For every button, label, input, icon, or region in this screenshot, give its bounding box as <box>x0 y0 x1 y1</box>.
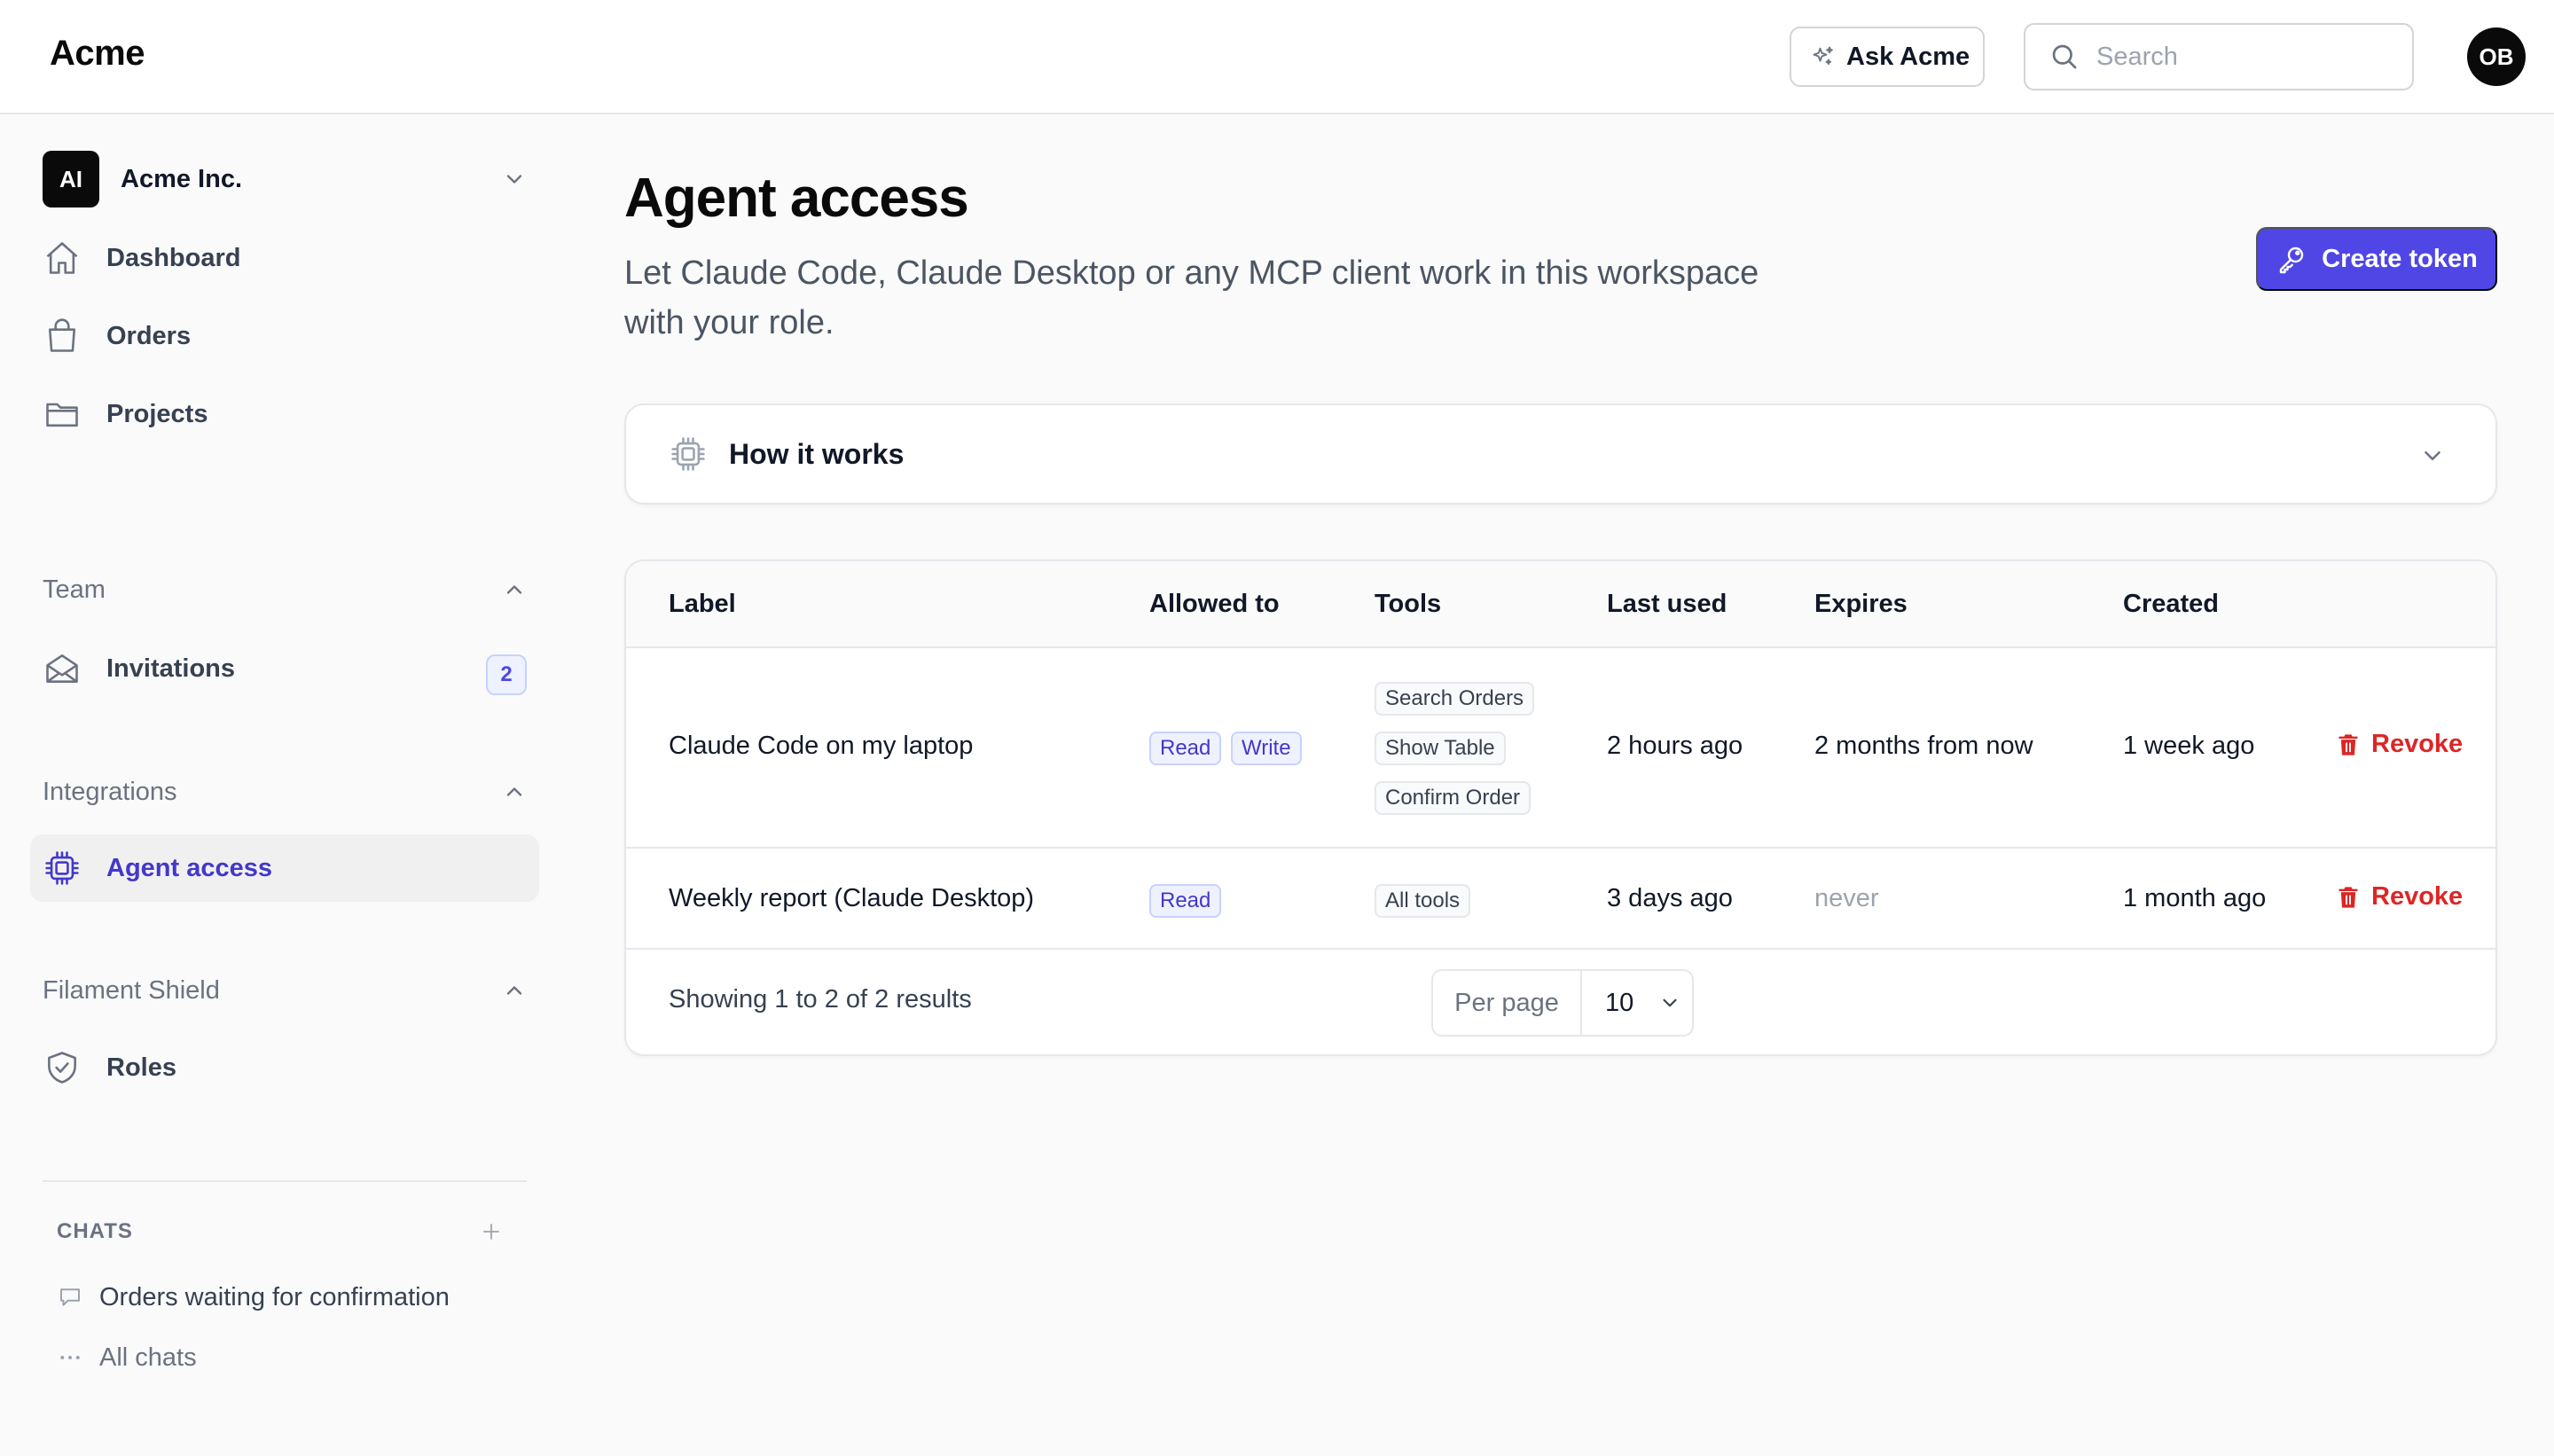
sidebar-item-label: Agent access <box>106 853 272 882</box>
tokens-table: Label Allowed to Tools Last used Expires… <box>624 560 2497 1056</box>
all-chats-link[interactable]: All chats <box>57 1338 197 1377</box>
pagination-summary: Showing 1 to 2 of 2 results <box>669 985 972 1014</box>
ask-acme-button[interactable]: Ask Acme <box>1790 27 1985 87</box>
sidebar-divider <box>43 1180 527 1182</box>
create-token-label: Create token <box>2322 244 2478 273</box>
ask-acme-label: Ask Acme <box>1846 42 1970 71</box>
permission-badge: Read <box>1149 884 1222 918</box>
workspace-switcher[interactable]: AI Acme Inc. <box>43 150 527 208</box>
brand-logo[interactable]: Acme <box>50 34 145 74</box>
user-avatar[interactable]: OB <box>2467 27 2526 86</box>
how-it-works-section[interactable]: How it works <box>624 403 2497 505</box>
chats-heading: CHATS <box>57 1219 133 1243</box>
per-page-value: 10 <box>1605 988 1634 1017</box>
sidebar-item-orders[interactable]: Orders <box>30 302 539 370</box>
page-description: Let Claude Code, Claude Desktop or any M… <box>624 254 1759 341</box>
sidebar-item-agent-access[interactable]: Agent access <box>30 834 539 902</box>
create-token-button[interactable]: Create token <box>2256 227 2497 291</box>
table-row[interactable]: Weekly report (Claude Desktop) Read All … <box>626 849 2495 950</box>
sparkles-icon <box>1811 44 1836 69</box>
created-value: 1 month ago <box>2123 884 2267 912</box>
chevron-up-icon <box>502 577 527 602</box>
column-header-expires[interactable]: Expires <box>1814 590 1908 619</box>
expires-value: 2 months from now <box>1814 732 2033 760</box>
column-header-created[interactable]: Created <box>2123 590 2219 619</box>
created-value: 1 week ago <box>2123 732 2255 760</box>
workspace-name: Acme Inc. <box>121 164 242 193</box>
cpu-chip-icon <box>43 849 82 888</box>
sidebar-item-roles[interactable]: Roles <box>30 1034 539 1101</box>
workspace-logo: AI <box>43 151 99 207</box>
revoke-label: Revoke <box>2371 730 2464 758</box>
group-label: Filament Shield <box>43 975 220 1005</box>
expires-value: never <box>1814 884 1879 912</box>
new-chat-plus-icon[interactable] <box>481 1221 502 1242</box>
chevron-down-icon <box>1658 991 1681 1014</box>
column-header-allowed[interactable]: Allowed to <box>1149 590 1280 619</box>
shield-check-icon <box>43 1048 82 1087</box>
column-header-last-used[interactable]: Last used <box>1607 590 1727 619</box>
revoke-button[interactable]: Revoke <box>2336 730 2463 759</box>
token-label: Claude Code on my laptop <box>669 732 974 760</box>
count-badge: 2 <box>486 654 527 695</box>
sidebar-item-label: Invitations <box>106 654 236 683</box>
per-page-label: Per page <box>1433 971 1582 1035</box>
token-label: Weekly report (Claude Desktop) <box>669 884 1035 912</box>
search-input[interactable] <box>2096 42 2398 72</box>
shopping-bag-icon <box>43 317 82 356</box>
group-team[interactable]: Team <box>43 570 527 609</box>
sidebar-item-projects[interactable]: Projects <box>30 380 539 448</box>
chevron-down-icon <box>2419 442 2446 469</box>
chevron-up-icon <box>502 978 527 1003</box>
per-page-control: Per page 10 <box>1431 969 1694 1037</box>
table-row[interactable]: Claude Code on my laptop Read Write Sear… <box>626 648 2495 849</box>
group-integrations[interactable]: Integrations <box>43 772 527 811</box>
chat-item-label: Orders waiting for confirmation <box>99 1282 450 1311</box>
last-used-value: 3 days ago <box>1607 884 1733 912</box>
sidebar-item-invitations[interactable]: Invitations 2 <box>30 635 539 702</box>
sidebar-item-label: Dashboard <box>106 243 241 272</box>
tool-badge: All tools <box>1375 884 1471 918</box>
sidebar-item-label: Projects <box>106 399 208 428</box>
column-header-tools[interactable]: Tools <box>1375 590 1441 619</box>
folder-icon <box>43 395 82 434</box>
search-field[interactable] <box>2024 23 2414 90</box>
home-icon <box>43 239 82 278</box>
top-bar: Acme Ask Acme OB <box>0 0 2554 114</box>
permission-badge: Write <box>1231 732 1302 765</box>
sidebar-item-dashboard[interactable]: Dashboard <box>30 224 539 292</box>
tool-badge: Search Orders <box>1375 682 1535 716</box>
ellipsis-icon <box>57 1344 83 1371</box>
chevron-up-icon <box>502 779 527 804</box>
revoke-label: Revoke <box>2371 882 2464 911</box>
chat-bubble-icon <box>57 1284 83 1311</box>
tool-badge: Confirm Order <box>1375 781 1532 815</box>
cpu-chip-icon <box>669 434 708 474</box>
chat-item[interactable]: Orders waiting for confirmation <box>57 1278 450 1317</box>
last-used-value: 2 hours ago <box>1607 732 1743 760</box>
chevron-down-icon <box>502 167 527 192</box>
group-filament-shield[interactable]: Filament Shield <box>43 971 527 1010</box>
how-it-works-label: How it works <box>729 437 905 470</box>
sidebar-item-label: Roles <box>106 1053 176 1082</box>
search-icon <box>2049 41 2080 73</box>
sidebar-item-label: Orders <box>106 321 192 350</box>
trash-icon <box>2336 885 2361 910</box>
sidebar: AI Acme Inc. Dashboard Orders Projects T… <box>0 116 568 1456</box>
trash-icon <box>2336 732 2361 757</box>
table-header: Label Allowed to Tools Last used Expires… <box>626 561 2495 648</box>
permission-badge: Read <box>1149 732 1222 765</box>
envelope-open-icon <box>43 649 82 688</box>
tool-badge: Show Table <box>1375 732 1506 765</box>
key-icon <box>2276 243 2307 275</box>
revoke-button[interactable]: Revoke <box>2336 882 2463 912</box>
all-chats-label: All chats <box>99 1342 197 1372</box>
per-page-select[interactable]: 10 <box>1582 971 1692 1035</box>
group-label: Integrations <box>43 777 177 806</box>
group-label: Team <box>43 575 106 604</box>
column-header-label[interactable]: Label <box>669 590 736 619</box>
chats-header: CHATS <box>57 1214 502 1249</box>
page-title: Agent access <box>624 168 969 229</box>
